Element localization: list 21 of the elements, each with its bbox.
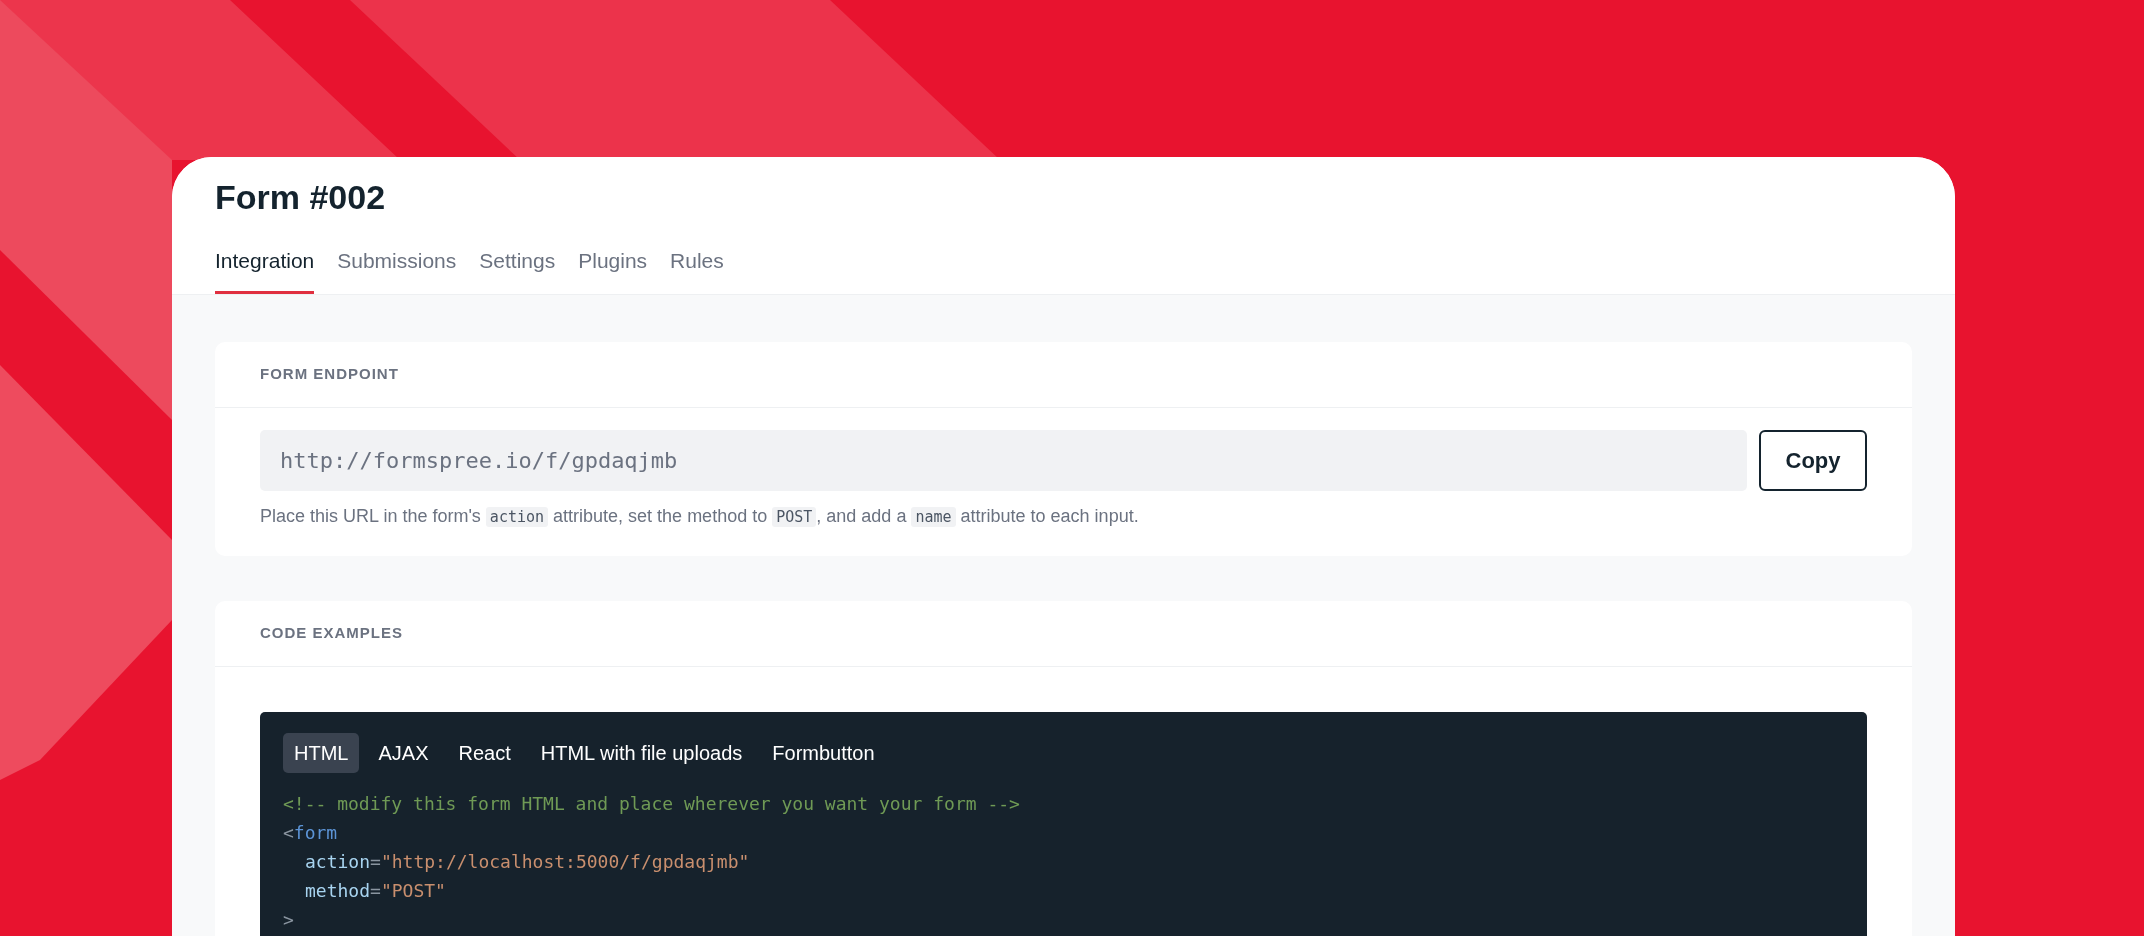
code-tab[interactable]: React	[447, 732, 522, 773]
code-line: method="POST"	[304, 878, 446, 903]
code-tab[interactable]: AJAX	[367, 732, 440, 773]
code-tab[interactable]: HTML	[283, 732, 360, 773]
section-heading: FORM ENDPOINT	[260, 363, 399, 384]
code-tab[interactable]: Formbutton	[761, 732, 886, 773]
code-line: <!-- modify this form HTML and place wherever you want your form -->	[283, 791, 1020, 816]
tab[interactable]: Integration	[215, 245, 315, 294]
code-line: >	[283, 907, 294, 932]
help-text: Place this URL in the form's action attribute, set the method to POST , and add a name attribute to each input.	[260, 504, 1140, 529]
code-line: action="http://localhost:5000/f/gpdaqjmb"	[304, 849, 750, 874]
tab[interactable]: Settings	[479, 245, 556, 294]
section-heading: CODE EXAMPLES	[260, 622, 404, 643]
code-line: <form	[283, 820, 338, 845]
copy-button[interactable]: Copy	[1759, 429, 1867, 491]
tab[interactable]: Rules	[670, 245, 724, 294]
url-field[interactable]: http://formspree.io/f/gpdaqjmb	[260, 429, 1747, 491]
code-tab[interactable]: HTML with file uploads	[529, 732, 754, 773]
tab[interactable]: Plugins	[578, 245, 648, 294]
tab[interactable]: Submissions	[337, 245, 457, 294]
page-title: Form #002	[215, 177, 387, 218]
